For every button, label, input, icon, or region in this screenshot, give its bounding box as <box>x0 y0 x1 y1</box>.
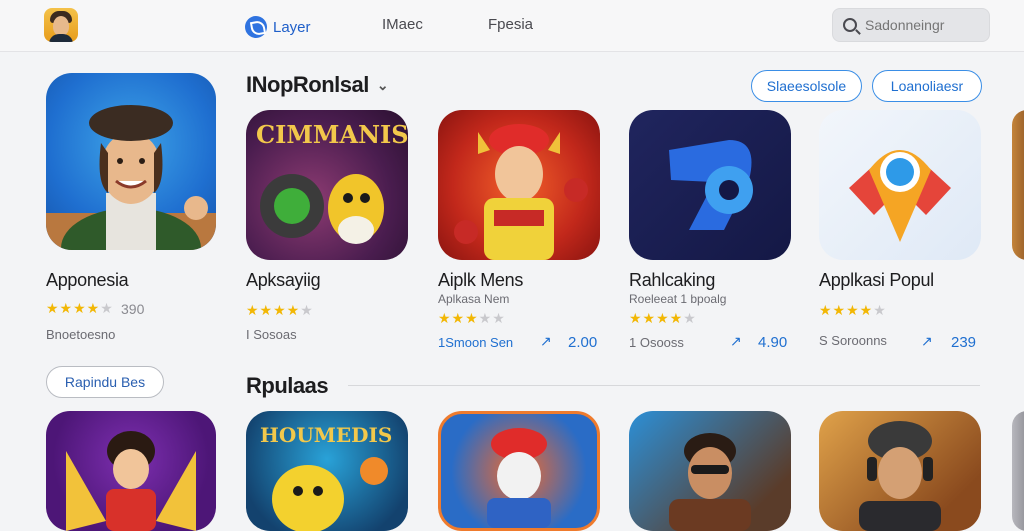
section-divider <box>348 385 980 386</box>
bottom-app-tile-1-art <box>66 431 196 531</box>
search-input[interactable] <box>865 17 985 33</box>
app-2-meta[interactable]: 1Smoon Sen <box>438 335 513 350</box>
app-4-metric: 239 <box>951 334 977 351</box>
search-box[interactable] <box>832 8 990 42</box>
featured-app-stars: ★★★★★ <box>46 300 114 316</box>
section-title-label: INopRonlsal <box>246 72 369 97</box>
app-tile-4[interactable] <box>819 110 981 260</box>
app-tile-1[interactable]: CIMMANIS <box>246 110 408 260</box>
trend-up-icon: ↗ <box>730 333 742 349</box>
app-4-meta: S Soroonns <box>819 333 887 348</box>
featured-app-button[interactable]: Rapindu Bes <box>46 366 164 398</box>
bottom-app-tile-6-partial[interactable] <box>1012 411 1024 531</box>
app-3-sub: Roeleeat 1 bpoalg <box>629 292 727 306</box>
bottom-app-tile-3-art <box>487 428 551 528</box>
bottom-app-tile-4-art <box>669 433 751 531</box>
user-avatar[interactable] <box>44 8 78 42</box>
filter-pill-2[interactable]: Loanoliaesr <box>872 70 982 102</box>
app-1-meta: I Sosoas <box>246 327 297 342</box>
nav-item-label: Layer <box>273 18 311 36</box>
bottom-app-tile-4[interactable] <box>629 411 791 531</box>
bottom-app-tile-2-title: HOUMEDIS <box>260 423 393 447</box>
app-tile-4-art <box>849 150 951 242</box>
app-3-metric: 4.90 <box>758 334 788 351</box>
app-1-stars: ★★★★★ <box>246 302 314 318</box>
app-1-name[interactable]: Apksayiig <box>246 270 321 291</box>
nav-item-3[interactable]: Fpesia <box>488 16 533 33</box>
app-4-stars: ★★★★★ <box>819 302 887 318</box>
app-4-name[interactable]: Applkasi Popul <box>819 270 934 291</box>
app-2-name[interactable]: Aiplk Mens <box>438 270 523 291</box>
app-tile-2[interactable] <box>438 110 600 260</box>
bottom-app-tile-2[interactable]: HOUMEDIS <box>246 411 408 531</box>
app-2-stars: ★★★★★ <box>438 310 506 326</box>
bottom-app-tile-3[interactable] <box>438 411 600 531</box>
bottom-app-tile-1[interactable] <box>46 411 216 531</box>
app-tile-5-partial[interactable] <box>1012 110 1024 260</box>
app-tile-1-title: CIMMANIS <box>256 120 408 149</box>
app-tile-3-art <box>669 140 753 230</box>
nav-item-layer[interactable]: Layer <box>245 16 311 38</box>
app-2-sub: Aplkasa Nem <box>438 292 510 306</box>
trend-up-icon: ↗ <box>921 333 933 349</box>
bottom-app-tile-5[interactable] <box>819 411 981 531</box>
app-3-stars: ★★★★★ <box>629 310 697 326</box>
app-tile-3[interactable] <box>629 110 791 260</box>
featured-app-art <box>46 105 216 250</box>
app-3-name[interactable]: Rahlcaking <box>629 270 715 291</box>
filter-pill-1[interactable]: Slaeesolsole <box>751 70 862 102</box>
trend-up-icon: ↗ <box>540 333 552 349</box>
featured-app-rating: 390 <box>121 301 145 317</box>
featured-app-name[interactable]: Apponesia <box>46 270 129 291</box>
top-bar: Layer IMaec Fpesia <box>0 0 1024 52</box>
search-icon <box>843 18 857 32</box>
bottom-app-tile-5-art <box>859 421 941 531</box>
layer-logo-icon <box>245 16 267 38</box>
app-3-meta: 1 Osooss <box>629 335 684 350</box>
section-title-top[interactable]: INopRonlsal ⌄ <box>246 72 389 98</box>
featured-app-tile[interactable] <box>46 73 216 250</box>
app-tile-2-art <box>454 124 588 260</box>
app-2-metric: 2.00 <box>568 334 598 351</box>
nav-item-2[interactable]: IMaec <box>382 16 423 33</box>
featured-app-meta: Bnoetoesno <box>46 327 116 342</box>
section-title-bottom[interactable]: Rpulaas <box>246 373 329 399</box>
chevron-down-icon: ⌄ <box>376 76 389 93</box>
